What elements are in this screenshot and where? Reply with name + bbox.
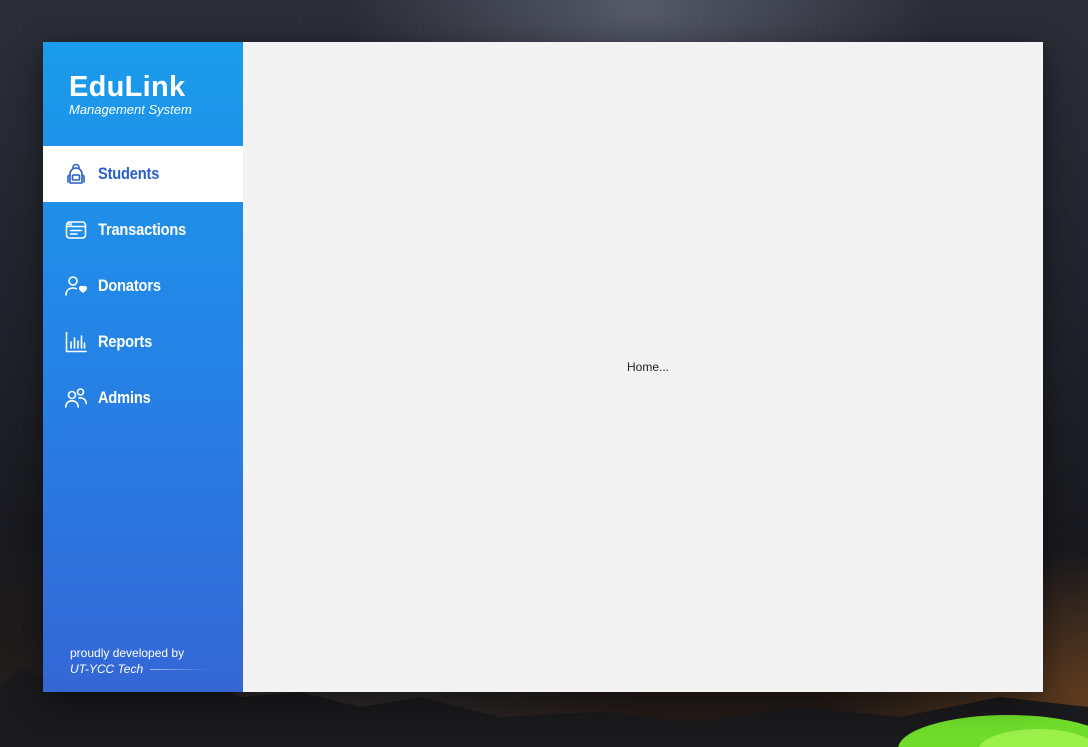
sidebar-item-label: Transactions	[98, 220, 187, 239]
app-window: EduLink Management System Students Trans…	[43, 42, 1043, 692]
developer-credit: proudly developed by UT-YCC Tech	[70, 645, 240, 678]
sidebar-item-label: Students	[98, 164, 160, 183]
sidebar-item-reports[interactable]: Reports	[43, 314, 243, 370]
sidebar-item-admins[interactable]: Admins	[43, 370, 243, 426]
sidebar-item-label: Donators	[98, 276, 161, 295]
sidebar-item-transactions[interactable]: Transactions	[43, 202, 243, 258]
bar-chart-icon	[63, 329, 89, 355]
sidebar: EduLink Management System Students Trans…	[43, 42, 246, 692]
content-area: Home...	[243, 42, 1043, 692]
credit-divider	[150, 669, 211, 670]
credit-company-name: UT-YCC Tech	[70, 662, 144, 676]
home-placeholder: Home...	[626, 360, 669, 374]
credit-label: proudly developed by	[70, 646, 185, 660]
transactions-icon	[63, 217, 89, 243]
sidebar-nav: Students Transactions Donators Reports A…	[43, 146, 243, 426]
app-title: EduLink	[69, 71, 186, 103]
sidebar-item-label: Reports	[98, 332, 153, 351]
backpack-icon	[63, 161, 89, 187]
sidebar-item-label: Admins	[98, 388, 151, 407]
brand: EduLink Management System	[69, 72, 192, 118]
users-icon	[63, 385, 89, 411]
sidebar-item-donators[interactable]: Donators	[43, 258, 243, 314]
sidebar-item-students[interactable]: Students	[43, 146, 243, 202]
user-heart-icon	[63, 273, 89, 299]
app-subtitle: Management System	[69, 102, 192, 117]
desktop-tent	[898, 715, 1088, 747]
credit-company: UT-YCC Tech	[70, 661, 240, 678]
